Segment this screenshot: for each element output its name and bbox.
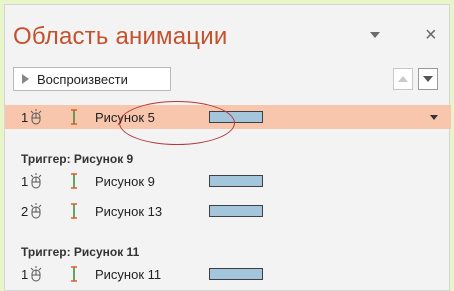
move-up-icon <box>398 76 408 82</box>
close-pane-button[interactable]: × <box>425 25 437 45</box>
trigger-heading: Триггер: Рисунок 9 <box>21 152 134 166</box>
animation-list-item[interactable]: 1 Рисунок 11 <box>5 262 451 286</box>
play-icon <box>22 74 29 84</box>
animation-order-number: 2 <box>21 203 29 219</box>
pane-options-chevron-icon[interactable] <box>370 32 380 38</box>
entrance-effect-icon <box>71 203 77 219</box>
animation-target-name: Рисунок 5 <box>95 109 155 125</box>
mouse-click-icon <box>30 173 42 189</box>
trigger-heading: Триггер: Рисунок 11 <box>21 245 140 259</box>
animation-list-item-selected[interactable]: 1 Рисунок 5 <box>5 105 451 129</box>
animation-target-name: Рисунок 9 <box>95 173 155 189</box>
animation-order-number: 1 <box>21 109 29 125</box>
entrance-effect-icon <box>71 173 77 189</box>
animation-pane: Область анимации × Воспроизвести 1 Рисун… <box>4 4 451 291</box>
pane-title: Область анимации <box>13 23 228 50</box>
move-down-icon <box>423 76 433 82</box>
animation-target-name: Рисунок 13 <box>95 203 163 219</box>
animation-target-name: Рисунок 11 <box>95 266 162 282</box>
mouse-click-icon <box>30 266 42 282</box>
animation-order-number: 1 <box>21 266 29 282</box>
mouse-click-icon <box>30 109 42 125</box>
animation-list-item[interactable]: 1 Рисунок 9 <box>5 169 451 193</box>
mouse-click-icon <box>30 203 42 219</box>
timeline-bar[interactable] <box>209 205 263 217</box>
entrance-effect-icon <box>71 266 77 282</box>
timeline-bar[interactable] <box>209 268 263 280</box>
play-button[interactable]: Воспроизвести <box>13 67 171 91</box>
move-down-button[interactable] <box>418 68 438 90</box>
chevron-down-icon[interactable] <box>430 115 438 120</box>
play-button-label: Воспроизвести <box>37 71 128 87</box>
move-up-button[interactable] <box>393 68 413 90</box>
timeline-bar[interactable] <box>209 111 263 123</box>
timeline-bar[interactable] <box>209 175 263 187</box>
entrance-effect-icon <box>71 109 77 125</box>
animation-order-number: 1 <box>21 173 29 189</box>
animation-list-item[interactable]: 2 Рисунок 13 <box>5 199 451 223</box>
